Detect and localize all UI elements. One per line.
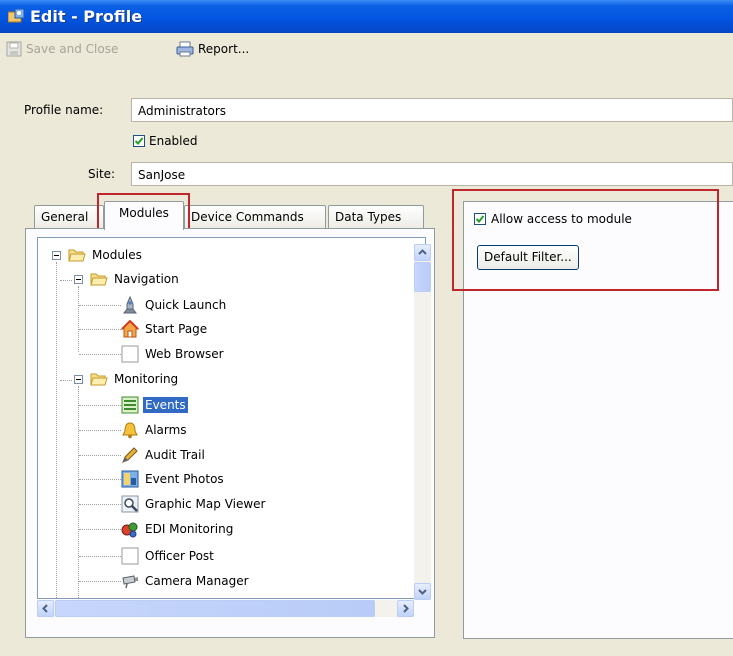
chevron-right-icon — [403, 604, 409, 613]
blank-page-icon — [121, 345, 139, 363]
site-label: Site: — [88, 167, 116, 181]
monitoring-collapse-toggle[interactable] — [74, 375, 83, 384]
tree-node-label: EDI Monitoring — [145, 522, 234, 536]
tree-node-officer-post[interactable]: Officer Post — [121, 545, 216, 567]
tree-node-camera-manager[interactable]: Camera Manager — [121, 570, 251, 592]
tree-node-graphic-map-viewer[interactable]: Graphic Map Viewer — [121, 493, 268, 515]
modules-collapse-toggle[interactable] — [52, 251, 61, 260]
tab-strip: General Modules Device Commands Data Typ… — [0, 201, 440, 230]
profile-app-icon — [8, 9, 24, 23]
audit-pen-icon — [122, 447, 138, 463]
title-bar: Edit - Profile — [0, 0, 733, 33]
tree-node-alarms[interactable]: Alarms — [121, 419, 189, 441]
vertical-scroll-thumb[interactable] — [414, 262, 431, 292]
save-disk-icon — [6, 41, 22, 57]
profile-name-field[interactable]: Administrators — [131, 98, 733, 122]
site-field[interactable]: SanJose — [131, 162, 733, 186]
report-button[interactable]: Report... — [176, 39, 249, 59]
horizontal-scroll-thumb[interactable] — [55, 600, 375, 617]
photo-icon — [121, 470, 139, 488]
blank-page-icon — [121, 547, 139, 565]
report-label: Report... — [198, 42, 250, 56]
tree-node-navigation[interactable]: Navigation — [90, 268, 181, 290]
scroll-right-button[interactable] — [397, 600, 414, 617]
tree-node-label: Navigation — [114, 272, 179, 286]
folder-open-icon — [68, 249, 86, 262]
tree-node-monitoring[interactable]: Monitoring — [90, 368, 180, 390]
folder-open-icon — [90, 273, 108, 286]
tree-node-label: Web Browser — [145, 347, 224, 361]
tree-node-label: Events — [143, 397, 188, 413]
navigation-collapse-toggle[interactable] — [74, 275, 83, 284]
edi-icon — [121, 522, 138, 538]
tree-node-events[interactable]: Events — [121, 394, 188, 416]
tree-horizontal-scrollbar[interactable] — [37, 600, 414, 617]
tree-node-label: Modules — [92, 248, 142, 262]
tab-general[interactable]: General — [34, 205, 104, 229]
tree-node-label: Alarms — [145, 423, 187, 437]
tab-data-types[interactable]: Data Types — [328, 205, 424, 229]
scroll-left-button[interactable] — [37, 600, 54, 617]
tree-node-label: Graphic Map Viewer — [145, 497, 266, 511]
tree-node-label: Officer Post — [145, 549, 214, 563]
save-and-close-button[interactable]: Save and Close — [6, 39, 118, 59]
profile-form: Profile name: Administrators Enabled Sit… — [0, 64, 733, 196]
profile-name-label: Profile name: — [24, 103, 104, 117]
folder-open-icon — [90, 373, 108, 386]
enabled-checkbox[interactable] — [133, 135, 145, 147]
home-icon — [121, 320, 139, 338]
scroll-up-button[interactable] — [414, 244, 431, 261]
modules-tree[interactable]: Modules Navigation Quick Launch Start Pa… — [37, 237, 426, 599]
tree-node-label: Event Photos — [145, 472, 224, 486]
enabled-checkbox-row[interactable]: Enabled — [133, 134, 198, 148]
events-list-icon — [121, 396, 139, 414]
scroll-down-button[interactable] — [414, 583, 431, 600]
camera-icon — [122, 575, 138, 589]
tab-modules[interactable]: Modules — [104, 201, 184, 230]
enabled-label: Enabled — [149, 134, 198, 148]
rocket-icon — [123, 296, 137, 314]
toolbar: Save and Close Report... — [0, 33, 733, 64]
tree-node-modules[interactable]: Modules — [68, 244, 144, 266]
tree-node-label: Audit Trail — [145, 448, 205, 462]
module-access-highlight — [452, 189, 719, 291]
edit-profile-window: Edit - Profile Save and Close Report... … — [0, 0, 733, 656]
tree-node-label: Monitoring — [114, 372, 179, 386]
bell-icon — [122, 422, 138, 439]
printer-icon — [176, 41, 194, 57]
chevron-left-icon — [42, 604, 48, 613]
tree-node-edi-monitoring[interactable]: EDI Monitoring — [121, 518, 235, 540]
chevron-up-icon — [418, 249, 427, 255]
tree-vertical-scrollbar[interactable] — [414, 244, 431, 600]
tree-node-quick-launch[interactable]: Quick Launch — [121, 294, 228, 316]
tree-node-label: Start Page — [145, 322, 208, 336]
magnifier-icon — [121, 495, 139, 513]
tree-node-web-browser[interactable]: Web Browser — [121, 343, 226, 365]
tree-node-event-photos[interactable]: Event Photos — [121, 468, 226, 490]
chevron-down-icon — [418, 589, 427, 595]
checkmark-icon — [134, 137, 144, 145]
tree-node-audit-trail[interactable]: Audit Trail — [121, 444, 207, 466]
window-title: Edit - Profile — [30, 7, 143, 26]
tab-device-commands[interactable]: Device Commands — [184, 205, 326, 229]
tree-node-label: Camera Manager — [145, 574, 249, 588]
tree-node-label: Quick Launch — [145, 298, 227, 312]
tree-node-start-page[interactable]: Start Page — [121, 318, 209, 340]
save-and-close-label: Save and Close — [26, 42, 119, 56]
